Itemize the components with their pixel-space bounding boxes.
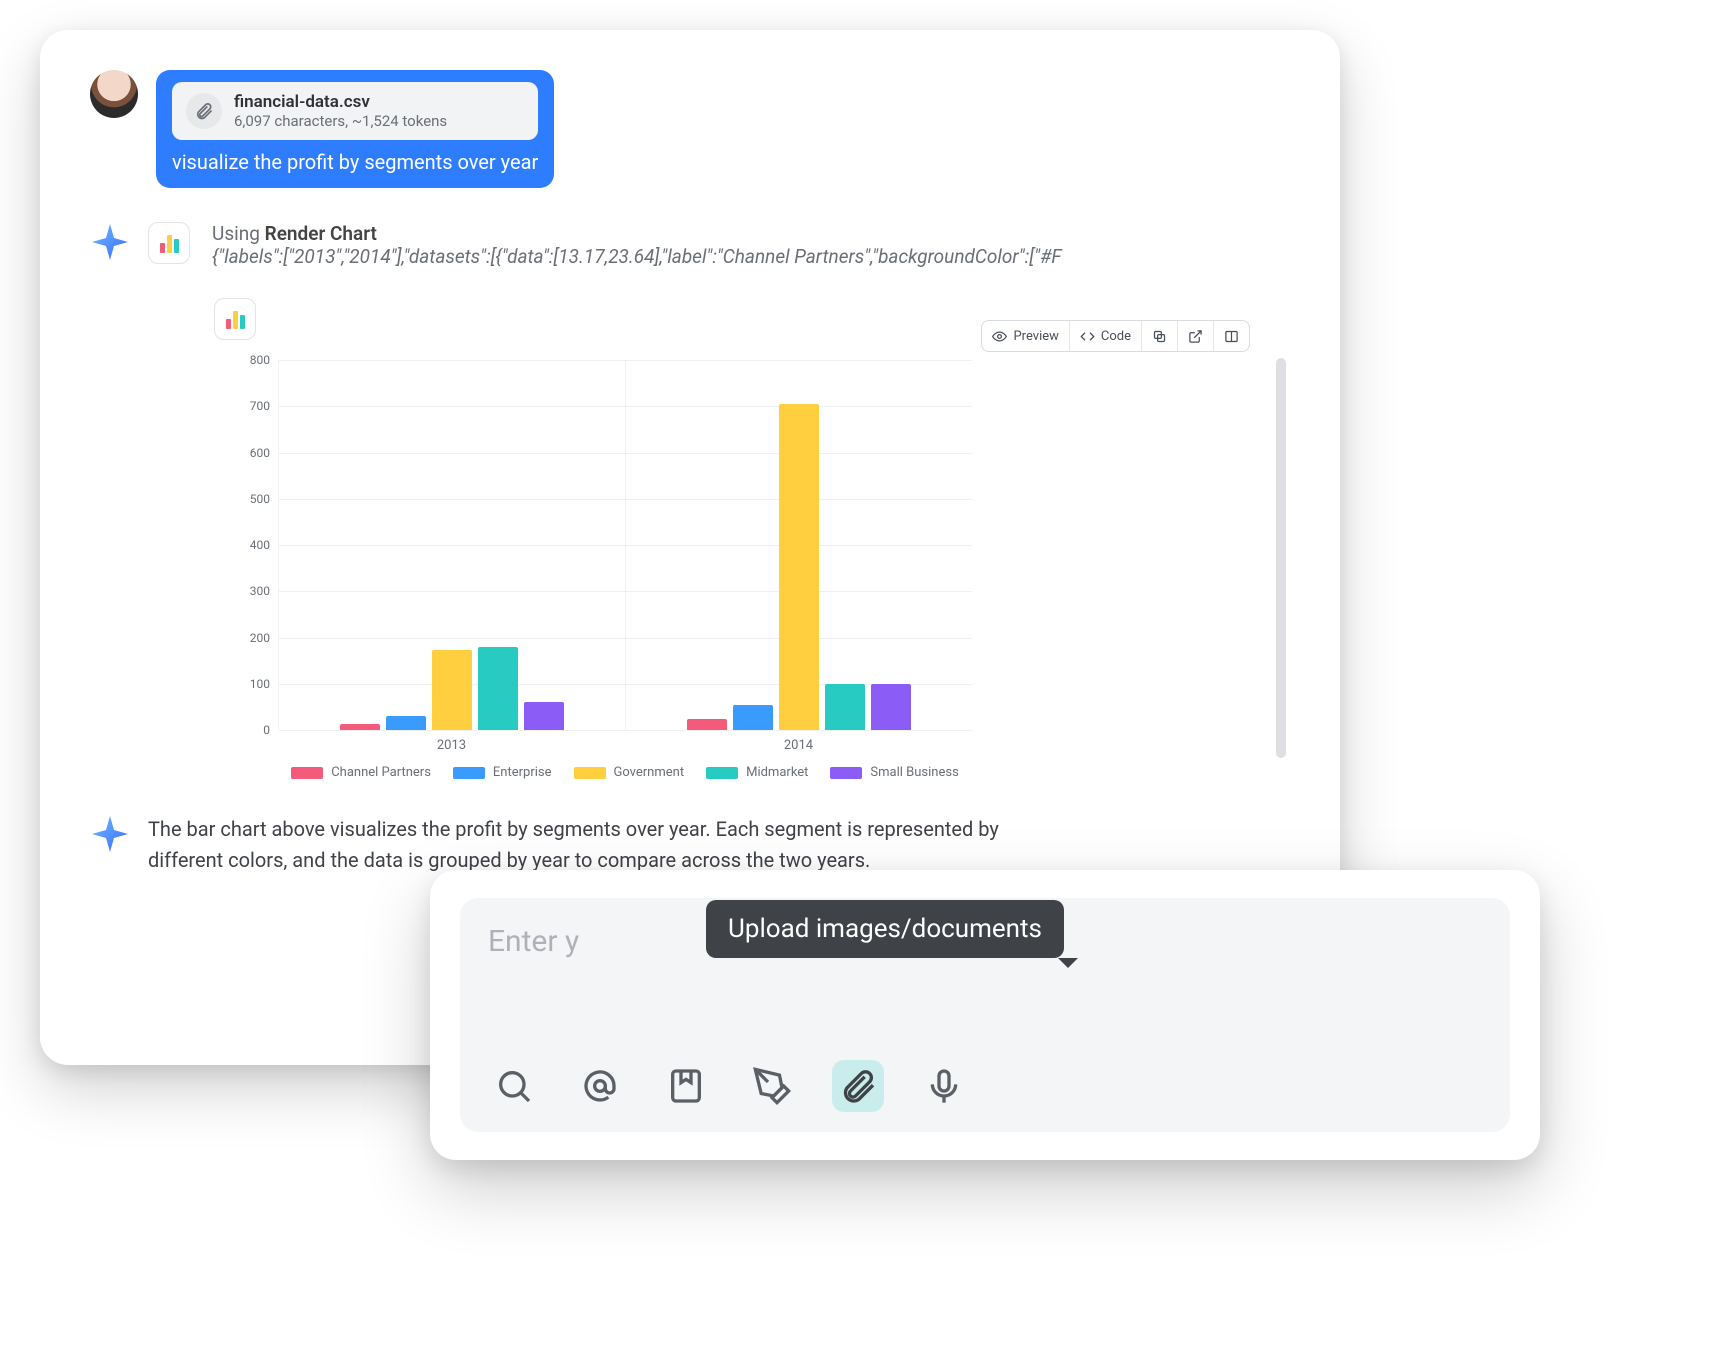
assistant-star-icon <box>90 814 130 854</box>
bookmark-button[interactable] <box>660 1060 712 1112</box>
upload-tooltip: Upload images/documents <box>706 900 1064 958</box>
tool-json-preview: {"labels":["2013","2014"],"datasets":[{"… <box>212 245 1290 268</box>
legend-label: Small Business <box>870 765 958 780</box>
message-input-card: Enter y Upload images/documents <box>430 870 1540 1160</box>
chart-bar <box>779 404 819 730</box>
legend-item[interactable]: Midmarket <box>706 765 808 780</box>
legend-label: Midmarket <box>746 765 808 780</box>
chart-bar <box>524 702 564 730</box>
tool-badge <box>148 222 190 264</box>
chart-scrollbar[interactable] <box>1276 358 1286 758</box>
legend-swatch <box>706 767 738 779</box>
bar-chart-icon <box>226 309 245 329</box>
code-label: Code <box>1101 329 1131 344</box>
assistant-star-icon <box>90 222 130 262</box>
chart-bar <box>340 724 380 730</box>
chart-x-axis: 20132014 <box>278 730 972 753</box>
user-message-row: financial-data.csv 6,097 characters, ~1,… <box>90 70 1290 188</box>
preview-button[interactable]: Preview <box>982 321 1069 351</box>
legend-item[interactable]: Small Business <box>830 765 958 780</box>
chart-bar <box>871 684 911 730</box>
message-input-surface[interactable]: Enter y Upload images/documents <box>460 898 1510 1132</box>
chart-type-badge <box>214 298 256 340</box>
paperclip-icon <box>838 1066 878 1106</box>
search-button[interactable] <box>488 1060 540 1112</box>
chart-bar-group <box>279 360 626 730</box>
assistant-response-text: The bar chart above visualizes the profi… <box>148 814 1048 876</box>
attachment-meta: 6,097 characters, ~1,524 tokens <box>234 112 447 130</box>
chart-bar <box>733 705 773 730</box>
tool-name: Render Chart <box>265 222 377 245</box>
pen-nib-icon <box>752 1066 792 1106</box>
legend-item[interactable]: Enterprise <box>453 765 552 780</box>
preview-label: Preview <box>1013 329 1058 344</box>
mention-button[interactable] <box>574 1060 626 1112</box>
microphone-icon <box>924 1066 964 1106</box>
microphone-button[interactable] <box>918 1060 970 1112</box>
legend-swatch <box>830 767 862 779</box>
chart-area: 8007006005004003002001000 20132014 Chann… <box>232 360 972 780</box>
legend-item[interactable]: Government <box>574 765 685 780</box>
pen-button[interactable] <box>746 1060 798 1112</box>
chart-bar <box>825 684 865 730</box>
paperclip-icon <box>186 93 222 129</box>
legend-swatch <box>453 767 485 779</box>
bookmark-icon <box>666 1066 706 1106</box>
x-tick-label: 2014 <box>625 730 972 753</box>
legend-label: Channel Partners <box>331 765 431 780</box>
chart-toolbar: Preview Code <box>981 320 1250 352</box>
split-view-button[interactable] <box>1214 321 1249 351</box>
open-external-button[interactable] <box>1178 321 1214 351</box>
x-tick-label: 2013 <box>278 730 625 753</box>
tool-using-line: Using Render Chart <box>212 222 1290 245</box>
assistant-tool-row: Using Render Chart {"labels":["2013","20… <box>90 222 1290 268</box>
copy-button[interactable] <box>1142 321 1178 351</box>
code-button[interactable]: Code <box>1070 321 1142 351</box>
chart-bar <box>687 719 727 730</box>
assistant-response-row: The bar chart above visualizes the profi… <box>90 814 1290 876</box>
chart-bar <box>432 650 472 730</box>
chart-section: Preview Code 8007006005004003002001000 <box>214 298 1290 780</box>
legend-label: Enterprise <box>493 765 552 780</box>
bar-chart-icon <box>160 233 179 253</box>
user-bubble: financial-data.csv 6,097 characters, ~1,… <box>156 70 554 188</box>
attachment-chip[interactable]: financial-data.csv 6,097 characters, ~1,… <box>172 82 538 140</box>
legend-swatch <box>574 767 606 779</box>
chart-bar-group <box>626 360 972 730</box>
attachment-filename: financial-data.csv <box>234 92 447 112</box>
at-sign-icon <box>580 1066 620 1106</box>
chart-y-axis: 8007006005004003002001000 <box>232 360 278 730</box>
user-avatar <box>90 70 138 118</box>
upload-attachment-button[interactable] <box>832 1060 884 1112</box>
legend-item[interactable]: Channel Partners <box>291 765 431 780</box>
chart-legend: Channel Partners Enterprise Government Midm… <box>278 765 972 780</box>
input-toolbar <box>488 1060 1482 1112</box>
tool-using-prefix: Using <box>212 222 265 245</box>
chart-plot-zone <box>278 360 972 730</box>
chart-bar <box>386 716 426 730</box>
user-message-text: visualize the profit by segments over ye… <box>172 150 538 174</box>
chart-bar <box>478 647 518 730</box>
search-icon <box>494 1066 534 1106</box>
legend-swatch <box>291 767 323 779</box>
legend-label: Government <box>614 765 685 780</box>
